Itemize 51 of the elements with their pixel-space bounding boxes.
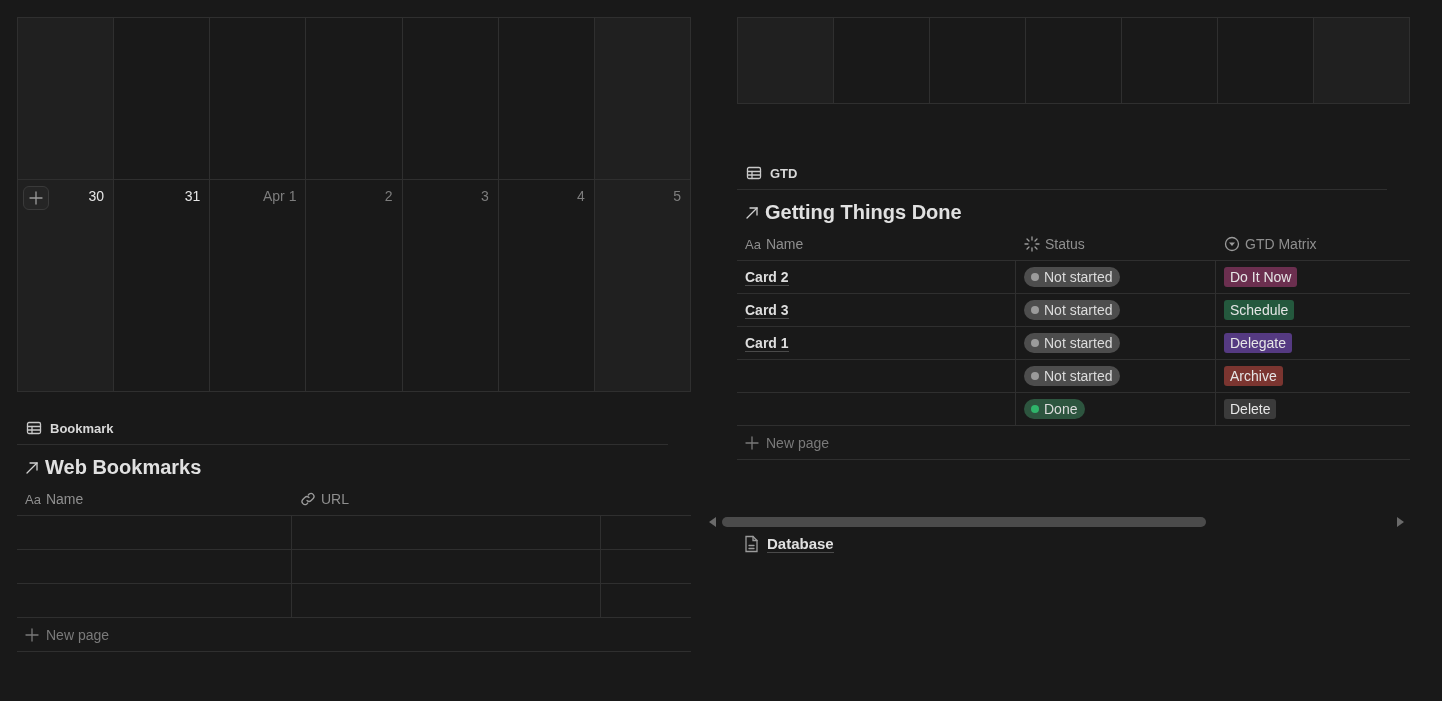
database-title[interactable]: Web Bookmarks bbox=[45, 456, 202, 479]
page-link[interactable]: Database bbox=[767, 535, 834, 553]
day-number: 5 bbox=[673, 188, 681, 204]
dropdown-icon bbox=[1224, 236, 1240, 252]
page-link[interactable]: Card 2 bbox=[745, 268, 789, 286]
arrow-icon bbox=[24, 459, 40, 476]
view-label: Bookmark bbox=[50, 420, 114, 436]
status-icon bbox=[1024, 236, 1040, 252]
database-title[interactable]: Getting Things Done bbox=[765, 201, 962, 224]
column-header[interactable]: GTD Matrix bbox=[1245, 236, 1317, 252]
column-header[interactable]: Name bbox=[765, 236, 804, 252]
day-number: 2 bbox=[384, 188, 393, 204]
text-type-icon: Aa bbox=[25, 491, 41, 507]
matrix-tag: Delete bbox=[1224, 399, 1277, 419]
day-number: Apr 1 bbox=[262, 188, 297, 204]
status-tag: Not started bbox=[1024, 267, 1121, 287]
status-tag: Done bbox=[1024, 399, 1086, 419]
page-link[interactable]: Card 1 bbox=[745, 334, 789, 352]
day-number: 4 bbox=[577, 188, 585, 204]
scroll-right-icon bbox=[1397, 517, 1405, 527]
column-header[interactable]: Name bbox=[45, 491, 84, 507]
scrollbar-thumb[interactable] bbox=[722, 517, 1206, 527]
matrix-tag: Do It Now bbox=[1224, 267, 1298, 287]
plus-icon bbox=[29, 191, 43, 205]
matrix-tag: Archive bbox=[1224, 366, 1283, 386]
new-page-button[interactable]: New page bbox=[25, 626, 110, 643]
link-icon bbox=[300, 491, 316, 507]
page-link[interactable]: Card 3 bbox=[745, 301, 789, 319]
day-number: 31 bbox=[184, 188, 201, 204]
view-label: GTD bbox=[770, 165, 798, 181]
add-button[interactable] bbox=[23, 186, 49, 210]
view-tab[interactable]: Bookmark bbox=[26, 420, 114, 436]
day-number: 3 bbox=[480, 188, 489, 204]
status-tag: Not started bbox=[1024, 333, 1121, 353]
document-icon bbox=[743, 535, 759, 553]
text-type-icon: Aa bbox=[745, 236, 761, 252]
column-header[interactable]: URL bbox=[321, 491, 349, 507]
plus-icon bbox=[25, 627, 39, 642]
day-number: 30 bbox=[88, 188, 105, 204]
status-tag: Not started bbox=[1024, 366, 1121, 386]
table-icon bbox=[746, 165, 762, 181]
scroll-left-icon bbox=[708, 517, 716, 527]
plus-icon bbox=[745, 435, 759, 450]
matrix-tag: Delegate bbox=[1224, 333, 1293, 353]
status-tag: Not started bbox=[1024, 300, 1121, 320]
matrix-tag: Schedule bbox=[1224, 300, 1295, 320]
view-tab[interactable]: GTD bbox=[746, 165, 798, 181]
new-page-button[interactable]: New page bbox=[745, 434, 830, 451]
column-header[interactable]: Status bbox=[1045, 236, 1085, 252]
arrow-icon bbox=[744, 204, 760, 221]
table-icon bbox=[26, 420, 42, 436]
